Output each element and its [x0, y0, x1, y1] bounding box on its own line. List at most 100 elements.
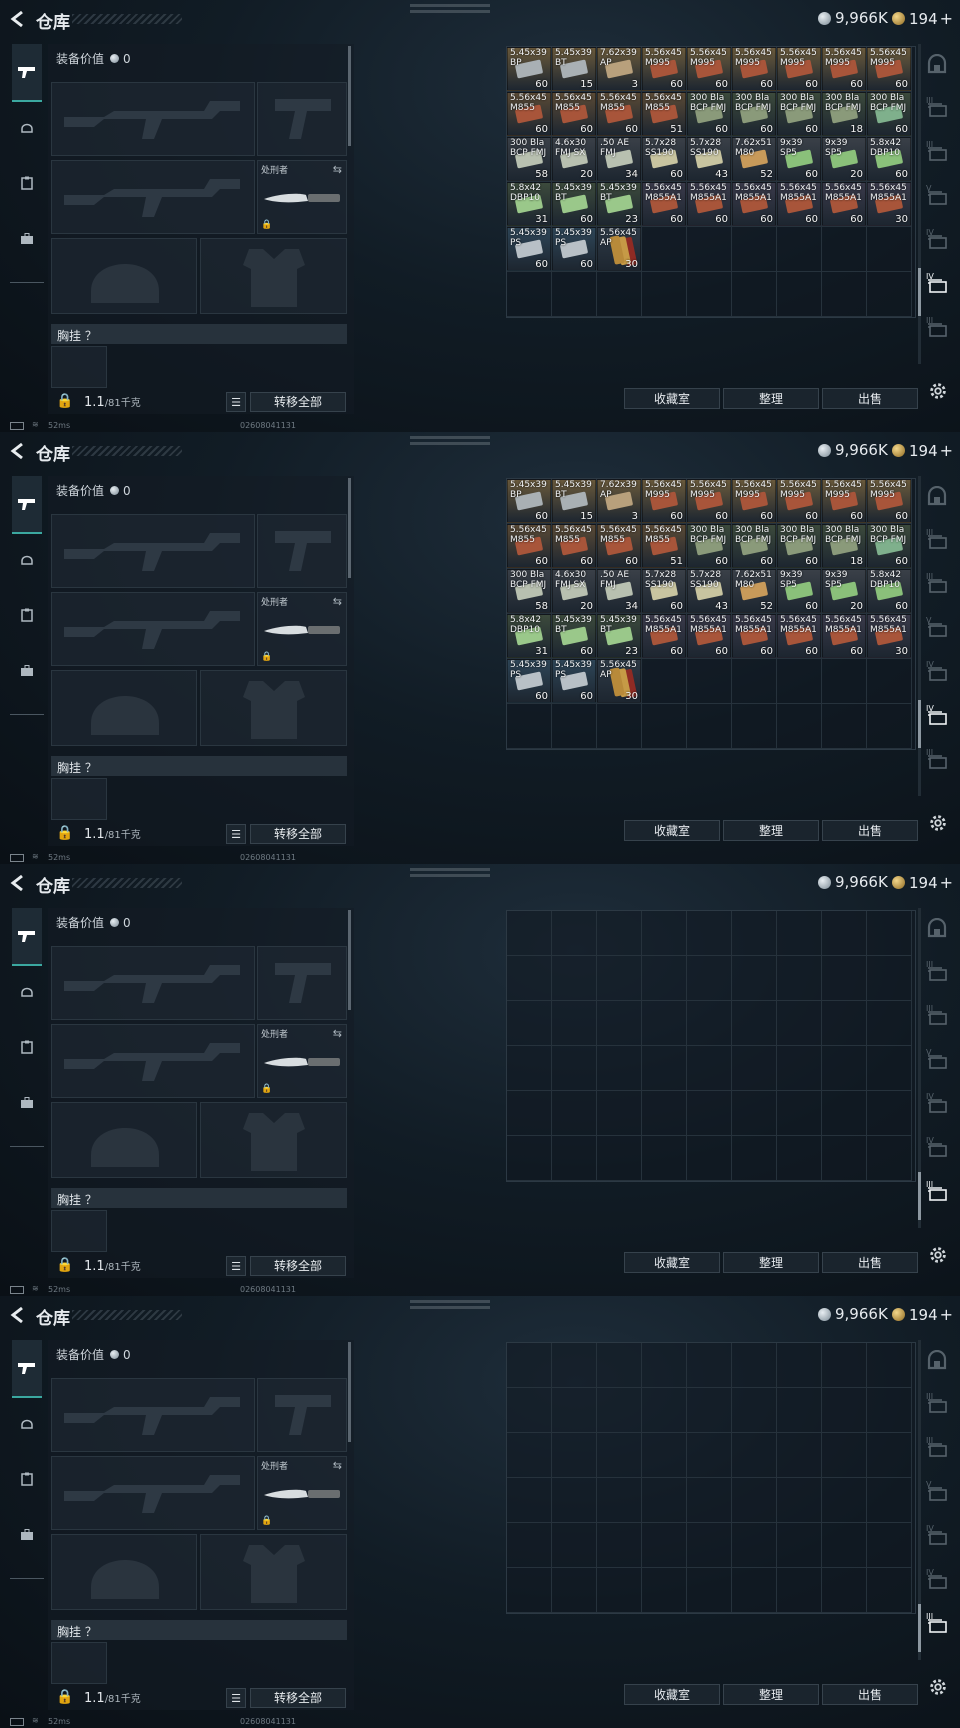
- melee-slot[interactable]: 处刑者 ⇆ 🔒: [257, 1024, 347, 1098]
- rail-scroll-thumb[interactable]: [918, 1604, 921, 1652]
- stash-item[interactable]: 5.56x45 M995 60: [867, 479, 911, 523]
- stash-item[interactable]: .50 AE FMJ 34: [597, 137, 641, 181]
- armor-slot[interactable]: [200, 670, 347, 746]
- collection-room-button[interactable]: 收藏室: [624, 388, 720, 409]
- rail-tab-5[interactable]: IV: [924, 272, 950, 296]
- rail-tab-6[interactable]: III: [924, 316, 950, 340]
- list-icon[interactable]: ☰: [226, 1688, 246, 1708]
- stash-item[interactable]: 5.56x45 M995 60: [642, 479, 686, 523]
- chest-rig-header[interactable]: 胸挂 ？: [51, 324, 347, 344]
- stash-item[interactable]: 300 Bla BCP FMJ 58: [507, 569, 551, 613]
- stash-item[interactable]: 5.56x45 M855A1 60: [732, 614, 776, 658]
- list-icon[interactable]: ☰: [226, 392, 246, 412]
- sell-button[interactable]: 出售: [822, 1684, 918, 1705]
- primary-weapon-slot[interactable]: [51, 514, 255, 588]
- secondary-rifle-slot[interactable]: [51, 160, 255, 234]
- sell-button[interactable]: 出售: [822, 820, 918, 841]
- stash-item[interactable]: .50 AE FMJ 34: [597, 569, 641, 613]
- equipment-scrollbar[interactable]: [348, 910, 351, 1010]
- stash-item[interactable]: 5.45x39 BT 60: [552, 614, 596, 658]
- list-icon[interactable]: ☰: [226, 824, 246, 844]
- rail-tab-3[interactable]: V: [924, 616, 950, 640]
- rail-tab-0[interactable]: [924, 52, 950, 76]
- stash-item[interactable]: 300 Bla BCP FMJ 60: [777, 524, 821, 568]
- rail-scrollbar[interactable]: [918, 44, 921, 364]
- stash-item[interactable]: 5.45x39 PS 60: [552, 659, 596, 703]
- rail-scrollbar[interactable]: [918, 1340, 921, 1660]
- chest-rig-slot[interactable]: [51, 1210, 107, 1252]
- list-icon[interactable]: ☰: [226, 1256, 246, 1276]
- stash-item[interactable]: 5.45x39 BT 15: [552, 479, 596, 523]
- stash-item[interactable]: 5.56x45 M855A1 30: [867, 182, 911, 226]
- rail-tab-2[interactable]: III: [924, 1004, 950, 1028]
- rail-scrollbar[interactable]: [918, 908, 921, 1228]
- sort-button[interactable]: 整理: [723, 1252, 819, 1273]
- stash-item[interactable]: 5.56x45 M995 60: [867, 47, 911, 91]
- stash-item[interactable]: 4.6x30 FMJ SX 20: [552, 569, 596, 613]
- swap-icon[interactable]: ⇆: [333, 595, 342, 608]
- helmet-slot[interactable]: [51, 1534, 197, 1610]
- melee-slot[interactable]: 处刑者 ⇆ 🔒: [257, 160, 347, 234]
- gear-icon[interactable]: [927, 380, 949, 402]
- secondary-rifle-slot[interactable]: [51, 1024, 255, 1098]
- gold-balance[interactable]: 194 +: [892, 873, 953, 892]
- swap-icon[interactable]: ⇆: [333, 1027, 342, 1040]
- stash-item[interactable]: 5.56x45 M855A1 60: [777, 182, 821, 226]
- stash-item[interactable]: 5.56x45 M855 60: [597, 524, 641, 568]
- stash-item[interactable]: 5.8x42 DBP10 60: [867, 137, 911, 181]
- stash-item[interactable]: 5.45x39 PS 60: [507, 659, 551, 703]
- lock-icon[interactable]: 🔒: [56, 393, 73, 409]
- stash-item[interactable]: 5.56x45 M995 60: [777, 47, 821, 91]
- armor-slot[interactable]: [200, 238, 347, 314]
- rail-tab-4[interactable]: IV: [924, 1092, 950, 1116]
- sort-button[interactable]: 整理: [723, 388, 819, 409]
- stash-item[interactable]: 7.62x51 M80 52: [732, 137, 776, 181]
- rail-tab-0[interactable]: [924, 1348, 950, 1372]
- stash-item[interactable]: 300 Bla BCP FMJ 60: [687, 524, 731, 568]
- primary-weapon-slot[interactable]: [51, 82, 255, 156]
- transfer-all-button[interactable]: 转移全部: [250, 392, 346, 412]
- stash-item[interactable]: 5.45x39 PS 60: [552, 227, 596, 271]
- gear-icon[interactable]: [927, 1244, 949, 1266]
- stash-item[interactable]: 300 Bla BCP FMJ 60: [867, 524, 911, 568]
- rail-scroll-thumb[interactable]: [918, 268, 921, 316]
- stash-item[interactable]: 5.56x45 M855 60: [552, 524, 596, 568]
- gear-icon[interactable]: [927, 812, 949, 834]
- nav-briefcase[interactable]: [12, 656, 42, 686]
- stash-item[interactable]: 7.62x39 AP 3: [597, 47, 641, 91]
- stash-item[interactable]: 5.56x45 M995 60: [687, 479, 731, 523]
- chest-rig-header[interactable]: 胸挂 ？: [51, 756, 347, 776]
- stash-item[interactable]: 5.56x45 M855 60: [552, 92, 596, 136]
- stash-item[interactable]: 5.8x42 DBP10 31: [507, 182, 551, 226]
- stash-item[interactable]: 300 Bla BCP FMJ 58: [507, 137, 551, 181]
- stash-item[interactable]: 5.7x28 SS190 60: [642, 137, 686, 181]
- stash-item[interactable]: 300 Bla BCP FMJ 18: [822, 524, 866, 568]
- chest-rig-slot[interactable]: [51, 346, 107, 388]
- sell-button[interactable]: 出售: [822, 1252, 918, 1273]
- rail-tab-4[interactable]: IV: [924, 1524, 950, 1548]
- stash-item[interactable]: 5.7x28 SS190 60: [642, 569, 686, 613]
- stash-item[interactable]: 5.7x28 SS190 43: [687, 569, 731, 613]
- stash-item[interactable]: 5.56x45 M855A1 60: [777, 614, 821, 658]
- melee-slot[interactable]: 处刑者 ⇆ 🔒: [257, 1456, 347, 1530]
- stash-item[interactable]: 300 Bla BCP FMJ 60: [867, 92, 911, 136]
- stash-item[interactable]: 300 Bla BCP FMJ 18: [822, 92, 866, 136]
- transfer-all-button[interactable]: 转移全部: [250, 1688, 346, 1708]
- nav-weapons[interactable]: [12, 44, 42, 102]
- rail-tab-6[interactable]: III: [924, 1612, 950, 1636]
- nav-weapons[interactable]: [12, 908, 42, 966]
- equipment-scrollbar[interactable]: [348, 46, 351, 146]
- helmet-slot[interactable]: [51, 238, 197, 314]
- rail-scrollbar[interactable]: [918, 476, 921, 796]
- chevron-left-icon[interactable]: [8, 441, 28, 461]
- stash-item[interactable]: 7.62x51 M80 52: [732, 569, 776, 613]
- stash-item[interactable]: 5.56x45 AP 30: [597, 659, 641, 703]
- chest-rig-header[interactable]: 胸挂 ？: [51, 1188, 347, 1208]
- nav-helmet[interactable]: [12, 544, 42, 574]
- stash-item[interactable]: 5.56x45 M855A1 60: [732, 182, 776, 226]
- secondary-rifle-slot[interactable]: [51, 592, 255, 666]
- rail-tab-4[interactable]: IV: [924, 228, 950, 252]
- stash-item[interactable]: 5.56x45 M855 60: [507, 92, 551, 136]
- gear-icon[interactable]: [927, 1676, 949, 1698]
- sell-button[interactable]: 出售: [822, 388, 918, 409]
